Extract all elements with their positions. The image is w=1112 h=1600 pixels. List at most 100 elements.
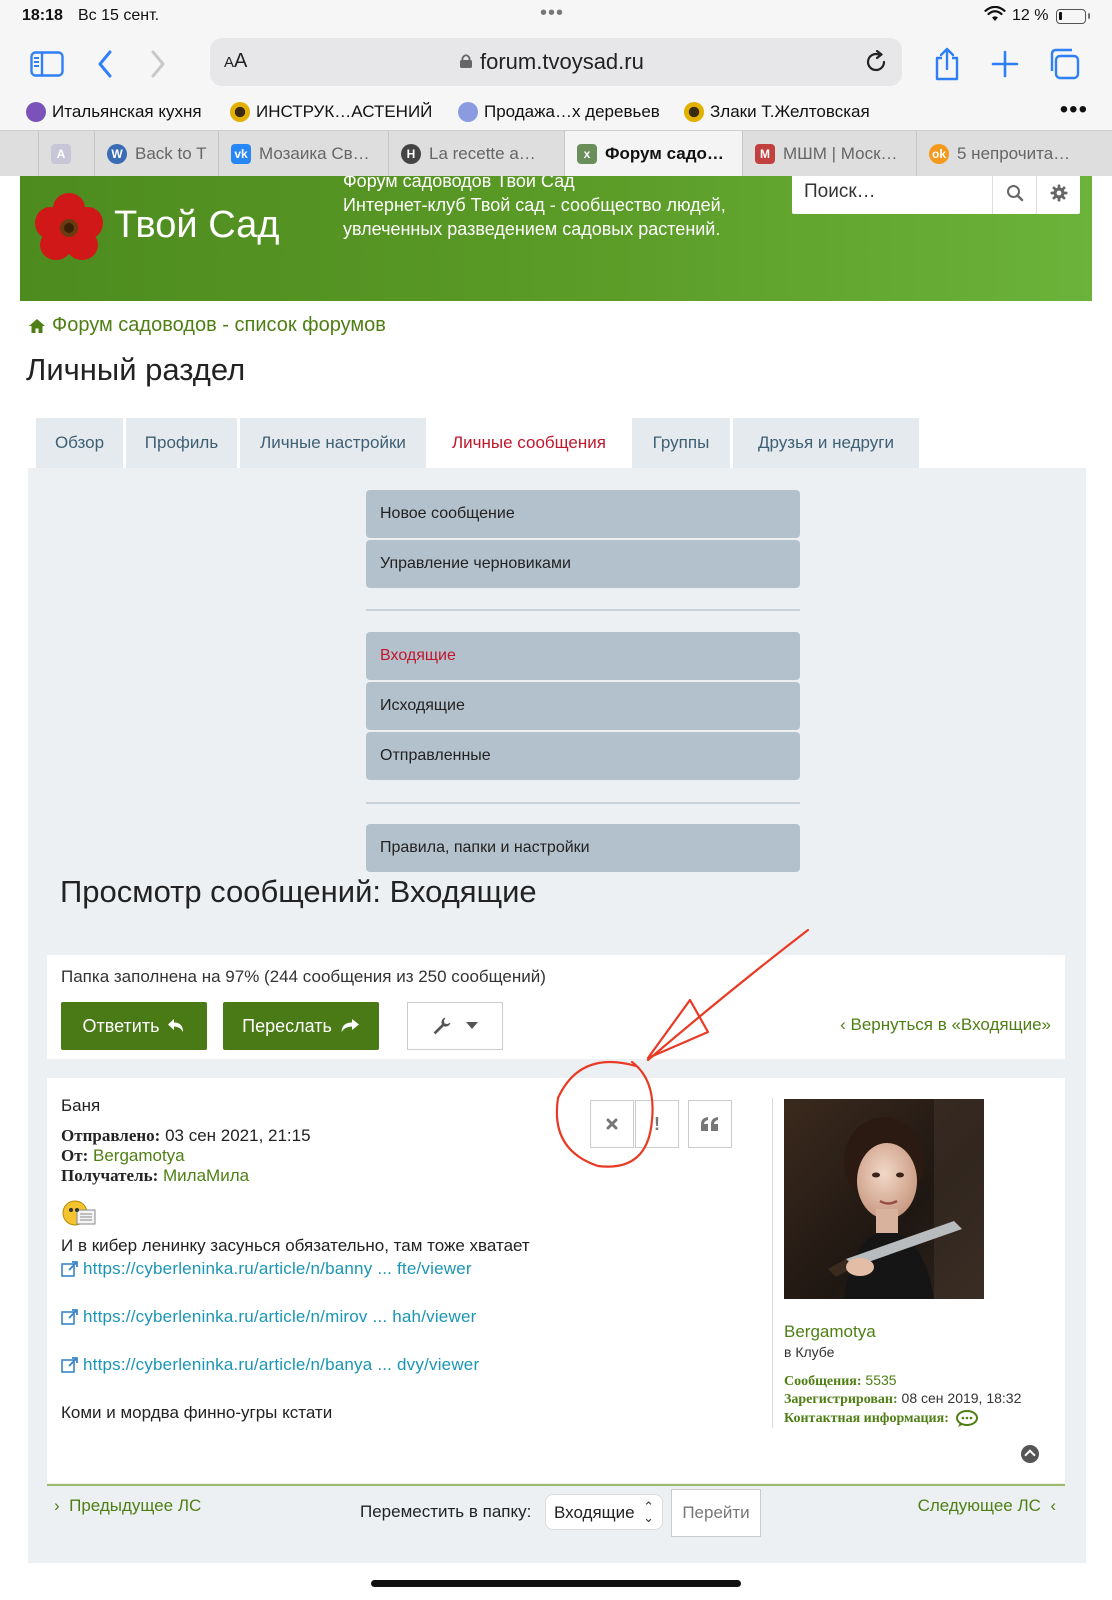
browser-tab[interactable]: W Back to T <box>94 131 218 177</box>
posts-count-link[interactable]: 5535 <box>865 1372 896 1388</box>
message-to-line: Получатель: МилаМила <box>61 1166 249 1186</box>
site-logo-text[interactable]: Твой Сад <box>114 204 279 247</box>
external-link-icon <box>61 1309 78 1325</box>
move-folder-select[interactable]: Входящие ⌃ ⌄ <box>545 1494 663 1530</box>
share-icon[interactable] <box>930 44 964 84</box>
registered-label: Зарегистрирован: <box>784 1392 898 1407</box>
tab-preferences[interactable]: Личные настройки <box>240 418 426 468</box>
manage-drafts-button[interactable]: Управление черновиками <box>366 540 800 588</box>
rules-folders-settings-link[interactable]: Правила, папки и настройки <box>366 824 800 872</box>
post-profile-divider <box>772 1098 773 1428</box>
move-folder-value: Входящие <box>554 1503 635 1522</box>
close-icon <box>606 1118 618 1130</box>
external-link-text[interactable]: https://cyberleninka.ru/article/n/banny … <box>83 1259 472 1279</box>
new-tab-plus-icon[interactable] <box>988 44 1022 84</box>
tools-dropdown-button[interactable] <box>407 1002 503 1050</box>
bookmark-label: Итальянская кухня <box>52 102 202 121</box>
previous-pm-label: Предыдущее ЛС <box>69 1496 202 1515</box>
wifi-icon <box>984 5 1006 27</box>
user-avatar[interactable] <box>784 1099 984 1299</box>
previous-pm-link[interactable]: › Предыдущее ЛС <box>54 1496 201 1516</box>
message-subject: Баня <box>61 1096 101 1115</box>
message-body-text: И в кибер ленинку засунься обязательно, … <box>61 1236 530 1255</box>
browser-tab[interactable]: A <box>38 131 94 177</box>
chevron-left-icon: ‹ <box>840 1015 851 1034</box>
menu-divider <box>366 609 800 611</box>
move-to-folder-label: Переместить в папку: <box>360 1502 532 1521</box>
wrench-icon <box>433 1017 451 1035</box>
search-button[interactable] <box>992 176 1036 214</box>
external-link[interactable]: https://cyberleninka.ru/article/n/mirov … <box>61 1307 476 1327</box>
delete-message-button[interactable] <box>590 1100 634 1148</box>
browser-tab[interactable]: М МШМ | Моск… <box>742 131 916 177</box>
next-pm-link[interactable]: Следующее ЛС ‹ <box>918 1496 1056 1516</box>
address-bar[interactable]: AA forum.tvoysad.ru <box>210 38 902 86</box>
back-to-inbox-link[interactable]: ‹ Вернуться в «Входящие» <box>840 1015 1051 1035</box>
close-tab-icon[interactable]: x <box>577 144 597 164</box>
tab-friends-foes[interactable]: Друзья и недруги <box>733 418 919 468</box>
bookmark-item[interactable]: Итальянская кухня <box>26 102 202 122</box>
reader-aa-button[interactable]: AA <box>224 50 247 73</box>
back-arrow-icon[interactable] <box>92 44 118 84</box>
forward-arrow-icon[interactable] <box>145 44 171 84</box>
profile-registered: Зарегистрирован: 08 сен 2019, 18:32 <box>784 1390 1021 1408</box>
quote-icon <box>701 1117 718 1131</box>
bookmark-favicon-icon <box>26 102 46 122</box>
logo-flower-icon[interactable] <box>32 190 106 264</box>
to-user-link[interactable]: МилаМила <box>163 1166 249 1185</box>
external-link-icon <box>61 1261 78 1277</box>
tabs-overview-icon[interactable] <box>1046 44 1082 84</box>
multitask-dots-icon[interactable]: ••• <box>540 2 564 25</box>
quote-message-button[interactable] <box>688 1100 732 1148</box>
go-button[interactable]: Перейти <box>671 1489 761 1537</box>
tab-overview[interactable]: Обзор <box>36 418 123 468</box>
forward-button[interactable]: Переслать <box>223 1002 379 1050</box>
profile-username-link[interactable]: Bergamotya <box>784 1322 876 1342</box>
bookmark-item[interactable]: Продажа…х деревьев <box>458 102 660 122</box>
reload-icon[interactable] <box>864 49 888 79</box>
status-date: Вс 15 сент. <box>78 7 160 24</box>
bookmark-item[interactable]: Злаки Т.Желтовская <box>684 102 870 122</box>
sidebar-icon[interactable] <box>28 44 66 84</box>
exclamation-icon: ! <box>654 1113 660 1134</box>
external-link-text[interactable]: https://cyberleninka.ru/article/n/mirov … <box>83 1307 476 1327</box>
report-message-button[interactable]: ! <box>635 1100 679 1148</box>
tab-label: МШМ | Моск… <box>783 144 898 163</box>
search-input[interactable]: Поиск… <box>804 181 876 203</box>
folder-outbox-link[interactable]: Исходящие <box>366 682 800 730</box>
chat-bubble-icon[interactable] <box>955 1410 979 1428</box>
breadcrumb-link[interactable]: Форум садоводов - список форумов <box>52 314 386 337</box>
reply-button[interactable]: Ответить <box>61 1002 207 1050</box>
browser-tab-active[interactable]: x Форум садо… <box>564 131 742 177</box>
home-icon <box>29 318 45 333</box>
odnoklassniki-icon: ok <box>929 144 949 164</box>
folder-sent-link[interactable]: Отправленные <box>366 732 800 780</box>
forward-button-label: Переслать <box>242 1015 332 1036</box>
compose-new-message-button[interactable]: Новое сообщение <box>366 490 800 538</box>
site-description-text: Интернет-клуб Твой сад - сообщество люде… <box>343 195 726 239</box>
from-user-link[interactable]: Bergamotya <box>93 1146 185 1165</box>
sent-label: Отправлено: <box>61 1126 161 1145</box>
scroll-to-top-icon[interactable] <box>1021 1445 1039 1463</box>
browser-tab[interactable]: ok 5 непрочита… <box>916 131 1112 177</box>
external-link-text[interactable]: https://cyberleninka.ru/article/n/banya … <box>83 1355 479 1375</box>
reply-arrow-icon <box>168 1019 184 1032</box>
contact-label: Контактная информация: <box>784 1411 949 1426</box>
site-header: Твой Сад Форум садоводов Твой Сад Интерн… <box>20 176 1092 301</box>
folder-inbox-link[interactable]: Входящие <box>366 632 800 680</box>
bookmark-item[interactable]: ИНСТРУК…АСТЕНИЙ <box>230 102 432 122</box>
tab-private-messages[interactable]: Личные сообщения <box>429 418 629 468</box>
tab-profile[interactable]: Профиль <box>126 418 237 468</box>
next-pm-label: Следующее ЛС <box>917 1496 1041 1515</box>
tab-label: La recette a… <box>429 144 536 163</box>
external-link[interactable]: https://cyberleninka.ru/article/n/banya … <box>61 1355 479 1375</box>
advanced-search-button[interactable] <box>1036 176 1080 214</box>
tab-groups[interactable]: Группы <box>632 418 730 468</box>
browser-tab[interactable]: H La recette a… <box>388 131 564 177</box>
breadcrumb[interactable]: Форум садоводов - список форумов <box>28 314 386 337</box>
message-body-text: Коми и мордва финно-угры кстати <box>61 1403 333 1422</box>
browser-tab[interactable]: vk Мозаика Св… <box>218 131 388 177</box>
more-ellipsis-icon[interactable]: ••• <box>1060 96 1088 124</box>
home-indicator[interactable] <box>371 1580 741 1587</box>
external-link[interactable]: https://cyberleninka.ru/article/n/banny … <box>61 1259 472 1279</box>
